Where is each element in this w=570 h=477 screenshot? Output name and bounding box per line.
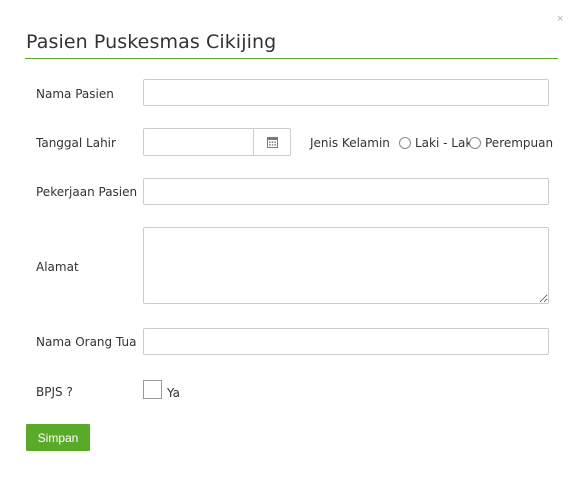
pekerjaan-pasien-input[interactable]	[143, 178, 549, 205]
tanggal-lahir-input[interactable]	[144, 129, 253, 155]
radio-label-laki-laki: Laki - Laki	[415, 136, 476, 150]
patient-dialog: × Pasien Puskesmas Cikijing Nama Pasien …	[0, 0, 563, 477]
title-divider	[25, 58, 558, 59]
alamat-label: Alamat	[36, 260, 79, 274]
close-icon[interactable]: ×	[557, 14, 563, 25]
jenis-kelamin-label: Jenis Kelamin	[310, 136, 390, 150]
nama-pasien-input[interactable]	[143, 79, 549, 106]
save-button[interactable]: Simpan	[26, 424, 90, 451]
tanggal-lahir-label: Tanggal Lahir	[36, 136, 116, 150]
dialog-title: Pasien Puskesmas Cikijing	[26, 31, 277, 53]
pekerjaan-pasien-label: Pekerjaan Pasien	[36, 185, 138, 199]
bpjs-checkbox[interactable]	[143, 380, 162, 399]
nama-orang-tua-label: Nama Orang Tua	[36, 335, 137, 349]
radio-label-perempuan: Perempuan	[485, 136, 554, 150]
radio-circle-perempuan[interactable]	[469, 137, 481, 149]
bpjs-label: BPJS ?	[36, 385, 73, 399]
calendar-button[interactable]	[253, 129, 290, 155]
alamat-textarea[interactable]	[143, 227, 549, 304]
tanggal-lahir-field	[143, 128, 291, 156]
radio-circle-laki-laki[interactable]	[399, 137, 411, 149]
radio-perempuan[interactable]: Perempuan	[469, 136, 553, 150]
radio-laki-laki[interactable]: Laki - Laki	[399, 136, 476, 150]
nama-orang-tua-input[interactable]	[143, 328, 549, 355]
nama-pasien-label: Nama Pasien	[36, 87, 114, 101]
calendar-icon	[266, 136, 278, 148]
bpjs-checkbox-label: Ya	[167, 386, 181, 400]
